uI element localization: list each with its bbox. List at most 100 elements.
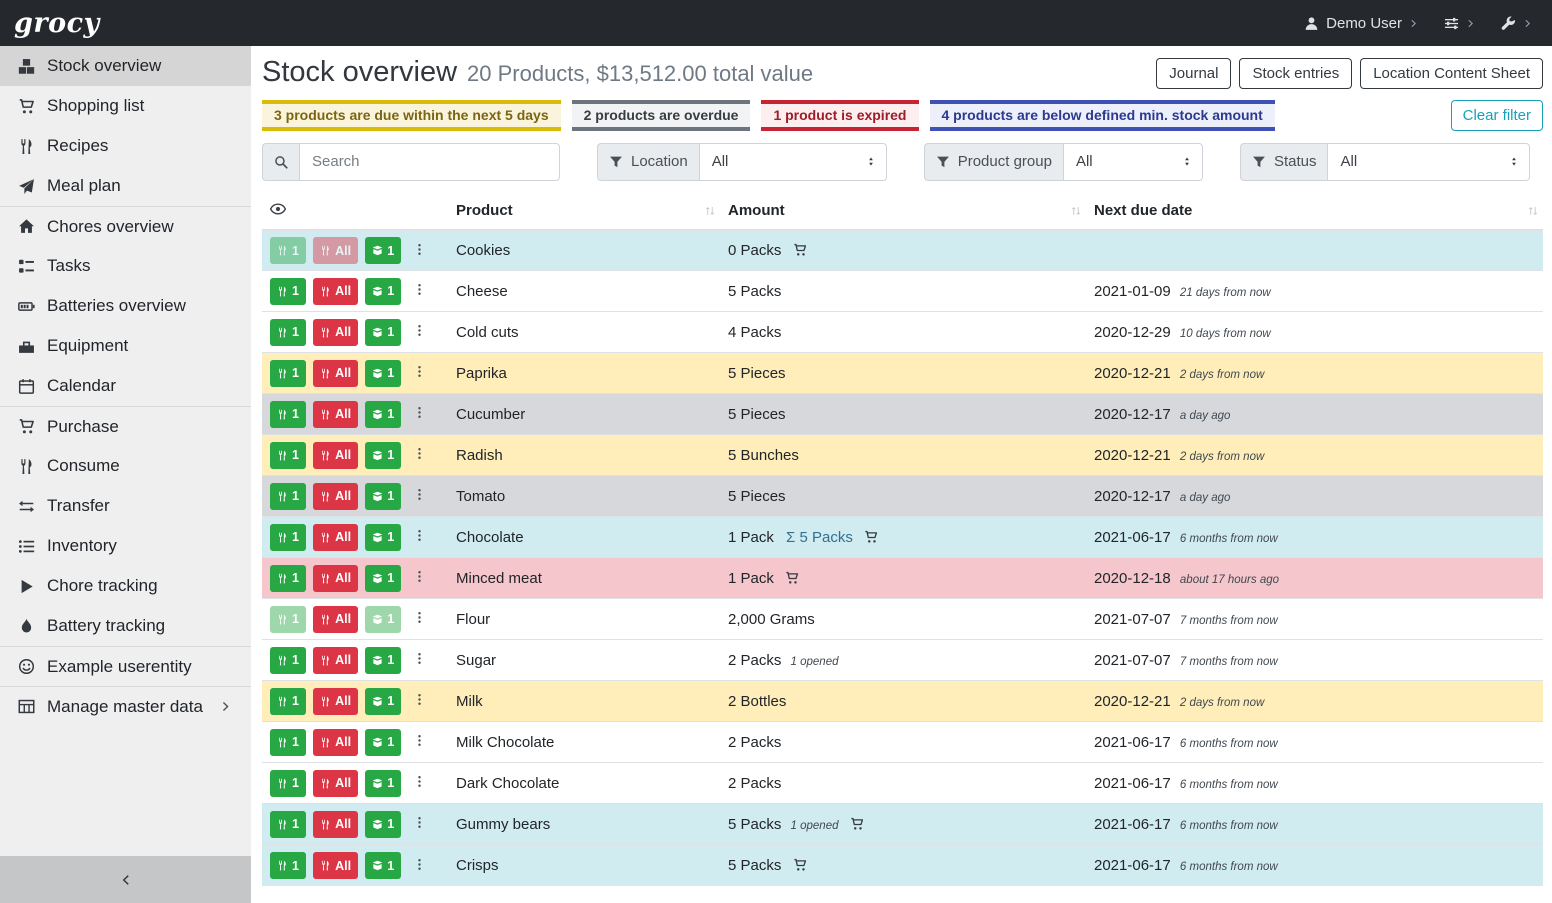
row-menu-button[interactable] xyxy=(410,445,429,465)
sidebar-collapse-button[interactable] xyxy=(0,856,251,903)
sidebar-item-manage-master-data[interactable]: Manage master data xyxy=(0,686,251,726)
row-menu-button[interactable] xyxy=(410,814,429,834)
product-name[interactable]: Chocolate xyxy=(456,529,524,546)
consume-all-button[interactable]: All xyxy=(313,811,358,838)
product-name[interactable]: Cheese xyxy=(456,283,508,300)
open-one-button[interactable]: 1 xyxy=(365,811,401,838)
sidebar-item-purchase[interactable]: Purchase xyxy=(0,406,251,446)
admin-menu[interactable] xyxy=(1501,16,1532,31)
search-input[interactable] xyxy=(299,143,560,181)
consume-all-button[interactable]: All xyxy=(313,483,358,510)
user-menu[interactable]: Demo User xyxy=(1304,15,1418,32)
product-name[interactable]: Minced meat xyxy=(456,570,542,587)
row-menu-button[interactable] xyxy=(410,363,429,383)
consume-all-button[interactable]: All xyxy=(313,442,358,469)
column-header-amount[interactable]: Amount xyxy=(720,193,1086,230)
sidebar-item-recipes[interactable]: Recipes xyxy=(0,126,251,166)
consume-one-button[interactable]: 1 xyxy=(270,811,306,838)
row-menu-button[interactable] xyxy=(410,281,429,301)
consume-one-button[interactable]: 1 xyxy=(270,278,306,305)
consume-all-button[interactable]: All xyxy=(313,401,358,428)
sidebar-item-battery-tracking[interactable]: Battery tracking xyxy=(0,606,251,646)
open-one-button[interactable]: 1 xyxy=(365,852,401,879)
row-menu-button[interactable] xyxy=(410,732,429,752)
consume-all-button[interactable]: All xyxy=(313,319,358,346)
open-one-button[interactable]: 1 xyxy=(365,647,401,674)
location-content-sheet-button[interactable]: Location Content Sheet xyxy=(1360,58,1543,89)
product-name[interactable]: Radish xyxy=(456,447,503,464)
consume-all-button[interactable]: All xyxy=(313,278,358,305)
sidebar-item-chore-tracking[interactable]: Chore tracking xyxy=(0,566,251,606)
sidebar-item-calendar[interactable]: Calendar xyxy=(0,366,251,406)
product-name[interactable]: Cookies xyxy=(456,242,510,259)
sidebar-item-chores-overview[interactable]: Chores overview xyxy=(0,206,251,246)
product-name[interactable]: Crisps xyxy=(456,857,499,874)
sidebar-item-transfer[interactable]: Transfer xyxy=(0,486,251,526)
consume-one-button[interactable]: 1 xyxy=(270,442,306,469)
app-logo[interactable]: grocy xyxy=(14,10,100,37)
consume-all-button[interactable]: All xyxy=(313,729,358,756)
sidebar-item-inventory[interactable]: Inventory xyxy=(0,526,251,566)
product-name[interactable]: Cucumber xyxy=(456,406,525,423)
open-one-button[interactable]: 1 xyxy=(365,237,401,264)
product-group-select[interactable]: All xyxy=(1063,143,1203,181)
product-name[interactable]: Tomato xyxy=(456,488,505,505)
column-header-product[interactable]: Product xyxy=(448,193,720,230)
journal-button[interactable]: Journal xyxy=(1156,58,1231,89)
product-name[interactable]: Cold cuts xyxy=(456,324,519,341)
column-header-visibility[interactable] xyxy=(262,193,448,230)
consume-all-button[interactable]: All xyxy=(313,565,358,592)
sidebar-item-batteries-overview[interactable]: Batteries overview xyxy=(0,286,251,326)
status-filter-banner[interactable]: 1 product is expired xyxy=(761,100,918,131)
row-menu-button[interactable] xyxy=(410,322,429,342)
consume-one-button[interactable]: 1 xyxy=(270,483,306,510)
sidebar-item-meal-plan[interactable]: Meal plan xyxy=(0,166,251,206)
row-menu-button[interactable] xyxy=(410,486,429,506)
row-menu-button[interactable] xyxy=(410,609,429,629)
sidebar-item-tasks[interactable]: Tasks xyxy=(0,246,251,286)
status-filter-banner[interactable]: 2 products are overdue xyxy=(572,100,751,131)
open-one-button[interactable]: 1 xyxy=(365,278,401,305)
consume-all-button[interactable]: All xyxy=(313,524,358,551)
status-filter-banner[interactable]: 3 products are due within the next 5 day… xyxy=(262,100,561,131)
consume-all-button[interactable]: All xyxy=(313,647,358,674)
open-one-button[interactable]: 1 xyxy=(365,319,401,346)
consume-all-button[interactable]: All xyxy=(313,852,358,879)
product-name[interactable]: Paprika xyxy=(456,365,507,382)
status-select[interactable]: All xyxy=(1327,143,1530,181)
sidebar-item-consume[interactable]: Consume xyxy=(0,446,251,486)
consume-one-button[interactable]: 1 xyxy=(270,606,306,633)
consume-one-button[interactable]: 1 xyxy=(270,237,306,264)
sidebar-item-equipment[interactable]: Equipment xyxy=(0,326,251,366)
product-name[interactable]: Milk xyxy=(456,693,483,710)
clear-filter-button[interactable]: Clear filter xyxy=(1451,100,1543,131)
open-one-button[interactable]: 1 xyxy=(365,401,401,428)
sidebar-item-shopping-list[interactable]: Shopping list xyxy=(0,86,251,126)
consume-one-button[interactable]: 1 xyxy=(270,852,306,879)
product-name[interactable]: Dark Chocolate xyxy=(456,775,559,792)
product-name[interactable]: Milk Chocolate xyxy=(456,734,554,751)
column-header-next-due-date[interactable]: Next due date xyxy=(1086,193,1543,230)
consume-one-button[interactable]: 1 xyxy=(270,647,306,674)
settings-menu[interactable] xyxy=(1444,16,1475,31)
open-one-button[interactable]: 1 xyxy=(365,360,401,387)
row-menu-button[interactable] xyxy=(410,773,429,793)
row-menu-button[interactable] xyxy=(410,404,429,424)
open-one-button[interactable]: 1 xyxy=(365,770,401,797)
product-name[interactable]: Flour xyxy=(456,611,490,628)
open-one-button[interactable]: 1 xyxy=(365,442,401,469)
open-one-button[interactable]: 1 xyxy=(365,729,401,756)
consume-one-button[interactable]: 1 xyxy=(270,360,306,387)
consume-one-button[interactable]: 1 xyxy=(270,770,306,797)
location-select[interactable]: All xyxy=(699,143,887,181)
consume-all-button[interactable]: All xyxy=(313,688,358,715)
row-menu-button[interactable] xyxy=(410,241,429,261)
consume-one-button[interactable]: 1 xyxy=(270,729,306,756)
consume-all-button[interactable]: All xyxy=(313,237,358,264)
open-one-button[interactable]: 1 xyxy=(365,524,401,551)
open-one-button[interactable]: 1 xyxy=(365,483,401,510)
open-one-button[interactable]: 1 xyxy=(365,606,401,633)
status-filter-banner[interactable]: 4 products are below defined min. stock … xyxy=(930,100,1275,131)
open-one-button[interactable]: 1 xyxy=(365,565,401,592)
product-name[interactable]: Sugar xyxy=(456,652,496,669)
